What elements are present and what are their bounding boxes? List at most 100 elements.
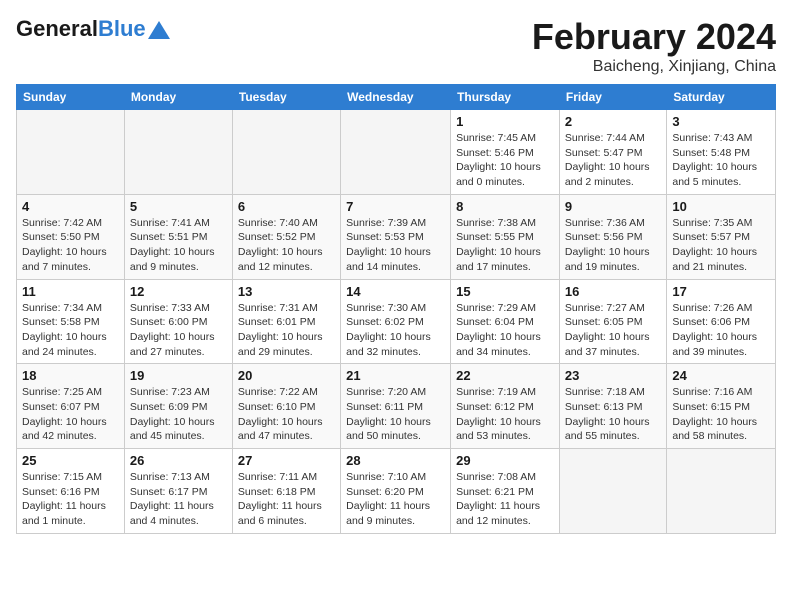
day-number: 27: [238, 453, 335, 468]
location-title: Baicheng, Xinjiang, China: [532, 58, 776, 76]
weekday-header: Sunday: [17, 85, 125, 110]
day-info: Sunrise: 7:29 AMSunset: 6:04 PMDaylight:…: [456, 301, 554, 360]
calendar-cell: 12Sunrise: 7:33 AMSunset: 6:00 PMDayligh…: [124, 279, 232, 364]
weekday-header: Saturday: [667, 85, 776, 110]
day-info: Sunrise: 7:20 AMSunset: 6:11 PMDaylight:…: [346, 385, 445, 444]
day-info: Sunrise: 7:22 AMSunset: 6:10 PMDaylight:…: [238, 385, 335, 444]
logo: GeneralBlue: [16, 16, 170, 42]
calendar-cell: 9 Sunrise: 7:36 AMSunset: 5:56 PMDaylight…: [559, 194, 666, 279]
calendar-cell: 24Sunrise: 7:16 AMSunset: 6:15 PMDayligh…: [667, 364, 776, 449]
day-number: 14: [346, 284, 445, 299]
day-info: Sunrise: 7:39 AMSunset: 5:53 PMDaylight:…: [346, 216, 445, 275]
day-info: Sunrise: 7:44 AMSunset: 5:47 PMDaylight:…: [565, 131, 661, 190]
day-info: Sunrise: 7:35 AMSunset: 5:57 PMDaylight:…: [672, 216, 770, 275]
day-number: 17: [672, 284, 770, 299]
day-number: 15: [456, 284, 554, 299]
calendar-cell: 27 Sunrise: 7:11 AMSunset: 6:18 PMDayligh…: [232, 449, 340, 534]
calendar-cell: 16 Sunrise: 7:27 AMSunset: 6:05 PMDayligh…: [559, 279, 666, 364]
calendar-cell: [17, 110, 125, 195]
weekday-row: SundayMondayTuesdayWednesdayThursdayFrid…: [17, 85, 776, 110]
day-info: Sunrise: 7:30 AMSunset: 6:02 PMDaylight:…: [346, 301, 445, 360]
calendar-cell: 10Sunrise: 7:35 AMSunset: 5:57 PMDayligh…: [667, 194, 776, 279]
calendar-week: 18 Sunrise: 7:25 AMSunset: 6:07 PMDayligh…: [17, 364, 776, 449]
calendar-cell: 2 Sunrise: 7:44 AMSunset: 5:47 PMDaylight…: [559, 110, 666, 195]
calendar-cell: 4 Sunrise: 7:42 AMSunset: 5:50 PMDaylight…: [17, 194, 125, 279]
calendar-cell: 15 Sunrise: 7:29 AMSunset: 6:04 PMDayligh…: [451, 279, 560, 364]
calendar-cell: [559, 449, 666, 534]
day-info: Sunrise: 7:19 AMSunset: 6:12 PMDaylight:…: [456, 385, 554, 444]
calendar-cell: 21 Sunrise: 7:20 AMSunset: 6:11 PMDayligh…: [341, 364, 451, 449]
day-number: 19: [130, 368, 227, 383]
day-number: 21: [346, 368, 445, 383]
calendar-cell: 5Sunrise: 7:41 AMSunset: 5:51 PMDaylight…: [124, 194, 232, 279]
day-number: 26: [130, 453, 227, 468]
calendar-cell: 17 Sunrise: 7:26 AMSunset: 6:06 PMDayligh…: [667, 279, 776, 364]
day-info: Sunrise: 7:13 AMSunset: 6:17 PMDaylight:…: [130, 470, 227, 529]
calendar-cell: 23 Sunrise: 7:18 AMSunset: 6:13 PMDayligh…: [559, 364, 666, 449]
calendar-cell: 11 Sunrise: 7:34 AMSunset: 5:58 PMDayligh…: [17, 279, 125, 364]
day-info: Sunrise: 7:08 AMSunset: 6:21 PMDaylight:…: [456, 470, 554, 529]
day-number: 3: [672, 114, 770, 129]
day-info: Sunrise: 7:27 AMSunset: 6:05 PMDaylight:…: [565, 301, 661, 360]
day-info: Sunrise: 7:43 AMSunset: 5:48 PMDaylight:…: [672, 131, 770, 190]
day-info: Sunrise: 7:34 AMSunset: 5:58 PMDaylight:…: [22, 301, 119, 360]
day-number: 29: [456, 453, 554, 468]
day-number: 22: [456, 368, 554, 383]
header: GeneralBlue February 2024 Baicheng, Xinj…: [16, 16, 776, 76]
calendar-cell: 26 Sunrise: 7:13 AMSunset: 6:17 PMDayligh…: [124, 449, 232, 534]
month-title: February 2024: [532, 16, 776, 58]
logo-icon: [148, 21, 170, 39]
calendar-cell: 7Sunrise: 7:39 AMSunset: 5:53 PMDaylight…: [341, 194, 451, 279]
day-info: Sunrise: 7:41 AMSunset: 5:51 PMDaylight:…: [130, 216, 227, 275]
calendar-cell: 29 Sunrise: 7:08 AMSunset: 6:21 PMDayligh…: [451, 449, 560, 534]
day-number: 13: [238, 284, 335, 299]
logo-text: GeneralBlue: [16, 16, 146, 42]
calendar-cell: [124, 110, 232, 195]
day-number: 2: [565, 114, 661, 129]
calendar-cell: 22 Sunrise: 7:19 AMSunset: 6:12 PMDayligh…: [451, 364, 560, 449]
day-number: 6: [238, 199, 335, 214]
calendar-body: 1 Sunrise: 7:45 AMSunset: 5:46 PMDaylight…: [17, 110, 776, 534]
weekday-header: Tuesday: [232, 85, 340, 110]
day-info: Sunrise: 7:26 AMSunset: 6:06 PMDaylight:…: [672, 301, 770, 360]
day-number: 11: [22, 284, 119, 299]
calendar-week: 1 Sunrise: 7:45 AMSunset: 5:46 PMDaylight…: [17, 110, 776, 195]
day-number: 4: [22, 199, 119, 214]
calendar-cell: 14 Sunrise: 7:30 AMSunset: 6:02 PMDayligh…: [341, 279, 451, 364]
day-number: 23: [565, 368, 661, 383]
day-info: Sunrise: 7:36 AMSunset: 5:56 PMDaylight:…: [565, 216, 661, 275]
calendar-cell: 18 Sunrise: 7:25 AMSunset: 6:07 PMDayligh…: [17, 364, 125, 449]
day-info: Sunrise: 7:45 AMSunset: 5:46 PMDaylight:…: [456, 131, 554, 190]
calendar-week: 4 Sunrise: 7:42 AMSunset: 5:50 PMDaylight…: [17, 194, 776, 279]
day-number: 8: [456, 199, 554, 214]
day-number: 16: [565, 284, 661, 299]
calendar-cell: 1 Sunrise: 7:45 AMSunset: 5:46 PMDaylight…: [451, 110, 560, 195]
calendar: SundayMondayTuesdayWednesdayThursdayFrid…: [16, 84, 776, 534]
day-info: Sunrise: 7:25 AMSunset: 6:07 PMDaylight:…: [22, 385, 119, 444]
day-info: Sunrise: 7:11 AMSunset: 6:18 PMDaylight:…: [238, 470, 335, 529]
day-info: Sunrise: 7:40 AMSunset: 5:52 PMDaylight:…: [238, 216, 335, 275]
weekday-header: Thursday: [451, 85, 560, 110]
logo-blue: Blue: [98, 16, 146, 41]
calendar-cell: 8 Sunrise: 7:38 AMSunset: 5:55 PMDaylight…: [451, 194, 560, 279]
calendar-cell: 19 Sunrise: 7:23 AMSunset: 6:09 PMDayligh…: [124, 364, 232, 449]
day-info: Sunrise: 7:15 AMSunset: 6:16 PMDaylight:…: [22, 470, 119, 529]
day-number: 1: [456, 114, 554, 129]
day-info: Sunrise: 7:38 AMSunset: 5:55 PMDaylight:…: [456, 216, 554, 275]
day-info: Sunrise: 7:16 AMSunset: 6:15 PMDaylight:…: [672, 385, 770, 444]
calendar-cell: 6 Sunrise: 7:40 AMSunset: 5:52 PMDaylight…: [232, 194, 340, 279]
day-number: 18: [22, 368, 119, 383]
day-info: Sunrise: 7:31 AMSunset: 6:01 PMDaylight:…: [238, 301, 335, 360]
calendar-cell: 25Sunrise: 7:15 AMSunset: 6:16 PMDayligh…: [17, 449, 125, 534]
day-info: Sunrise: 7:18 AMSunset: 6:13 PMDaylight:…: [565, 385, 661, 444]
weekday-header: Monday: [124, 85, 232, 110]
day-info: Sunrise: 7:23 AMSunset: 6:09 PMDaylight:…: [130, 385, 227, 444]
day-info: Sunrise: 7:33 AMSunset: 6:00 PMDaylight:…: [130, 301, 227, 360]
day-info: Sunrise: 7:42 AMSunset: 5:50 PMDaylight:…: [22, 216, 119, 275]
title-area: February 2024 Baicheng, Xinjiang, China: [532, 16, 776, 76]
calendar-cell: 3 Sunrise: 7:43 AMSunset: 5:48 PMDaylight…: [667, 110, 776, 195]
calendar-week: 25Sunrise: 7:15 AMSunset: 6:16 PMDayligh…: [17, 449, 776, 534]
calendar-cell: 28Sunrise: 7:10 AMSunset: 6:20 PMDayligh…: [341, 449, 451, 534]
day-number: 9: [565, 199, 661, 214]
calendar-cell: 20Sunrise: 7:22 AMSunset: 6:10 PMDayligh…: [232, 364, 340, 449]
